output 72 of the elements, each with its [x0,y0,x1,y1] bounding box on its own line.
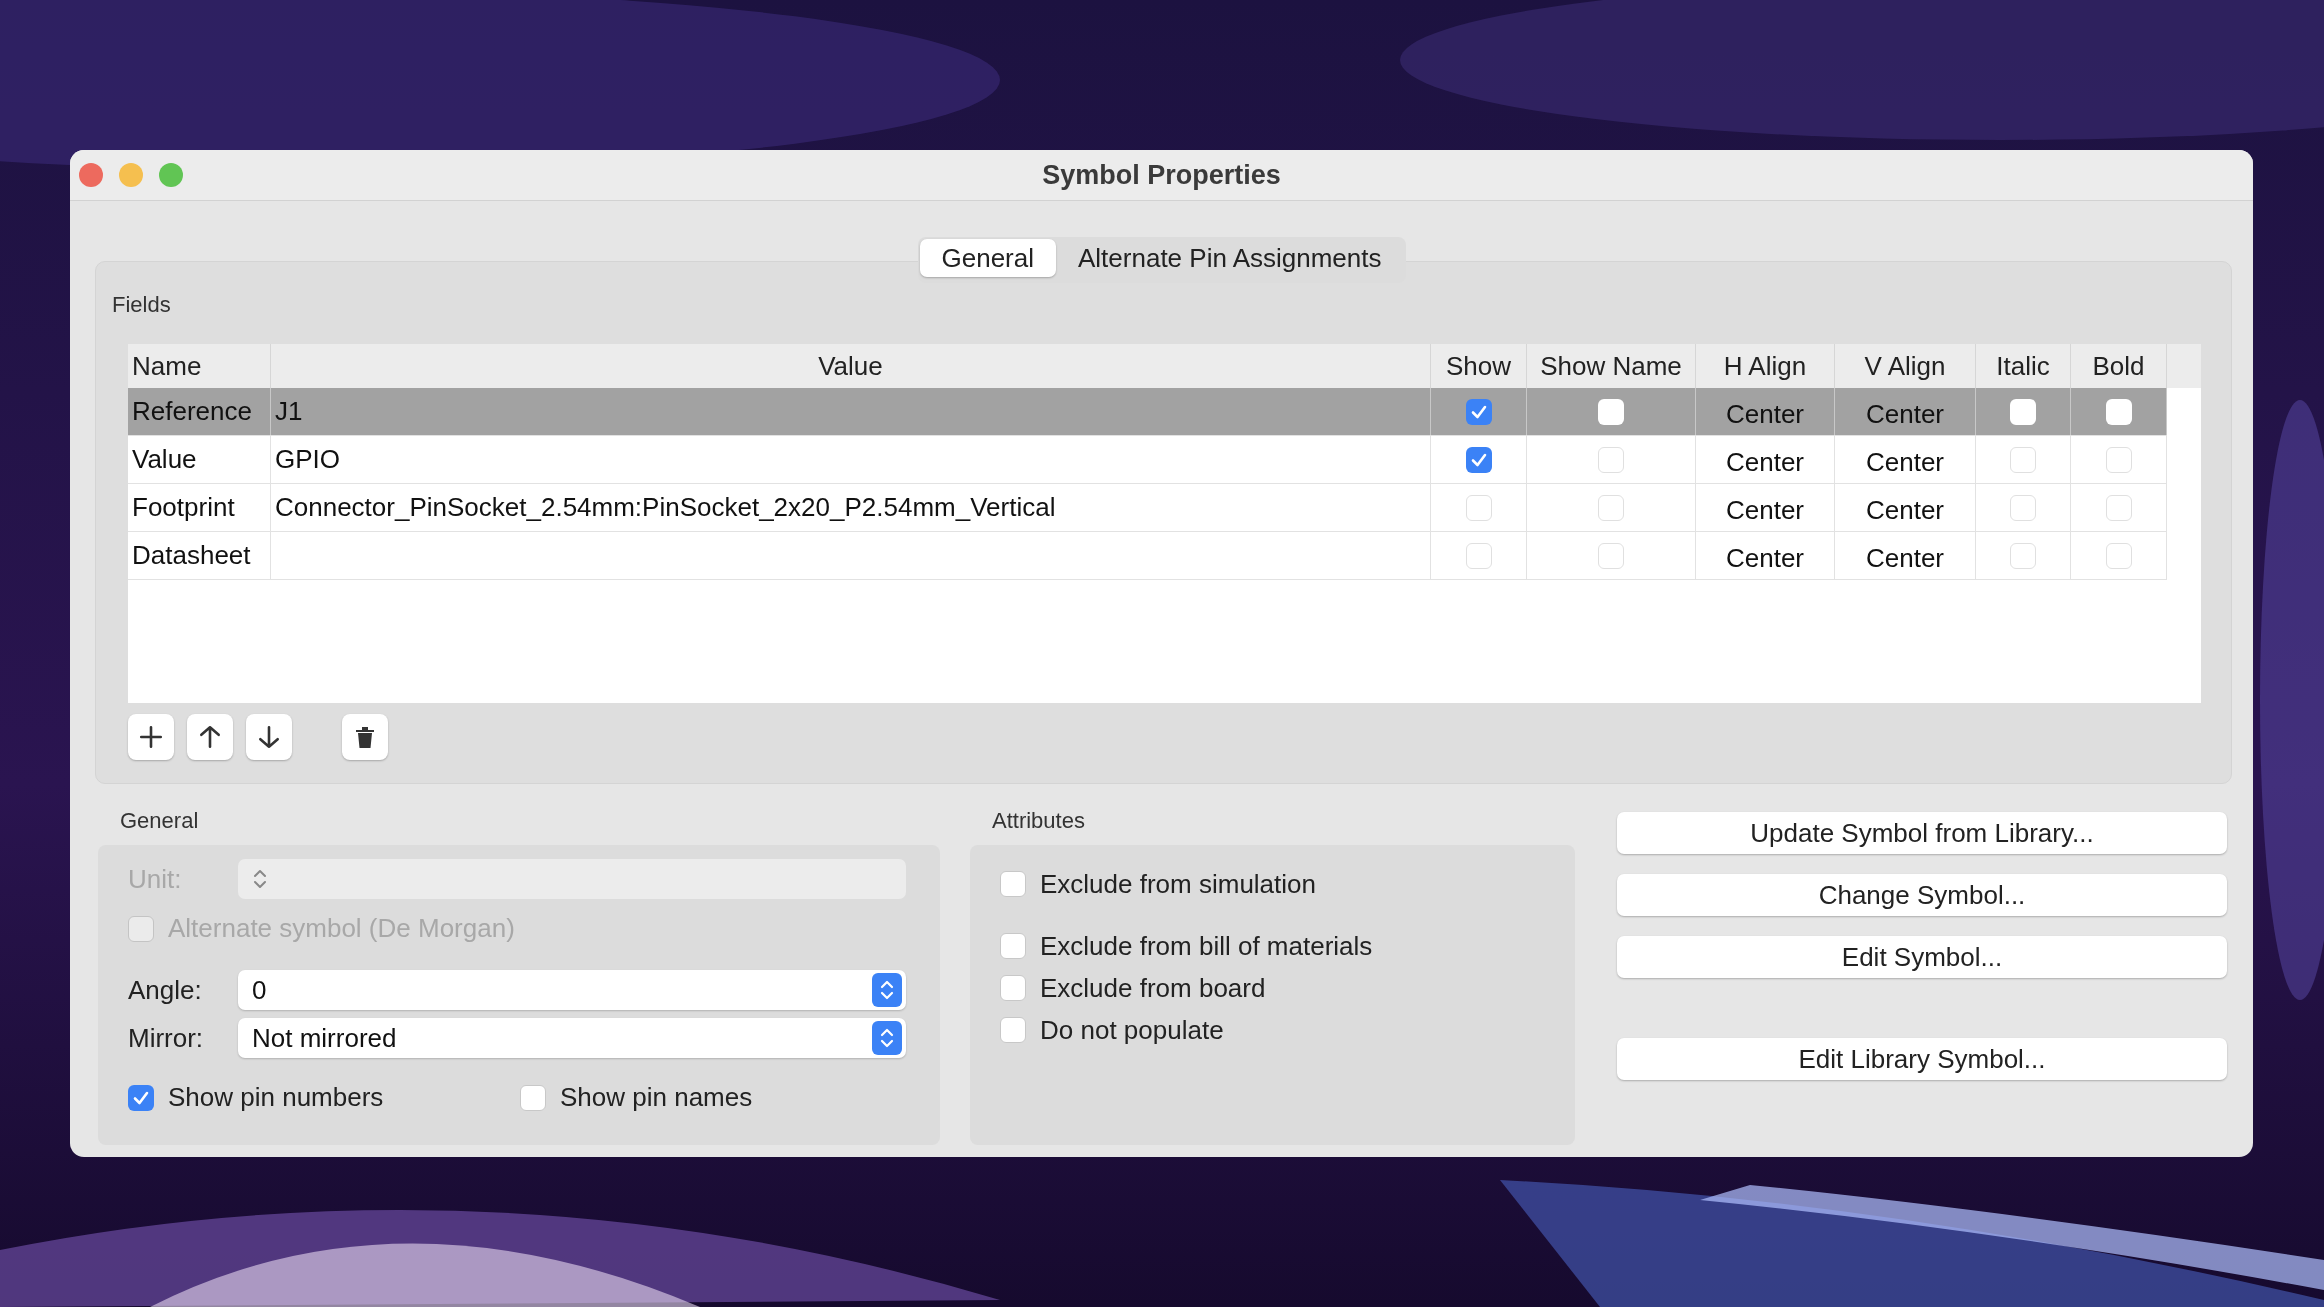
checkbox[interactable] [1598,446,1624,473]
window-title: Symbol Properties [1042,159,1281,191]
checkbox[interactable] [2105,398,2132,425]
checkbox[interactable] [1000,975,1026,1001]
table-cell[interactable]: Connector_PinSocket_2.54mm:PinSocket_2x20_P2.54mm_Vertical [275,492,1056,523]
table-cell[interactable]: Center [1865,537,1944,574]
table-cell[interactable]: Datasheet [132,540,251,571]
angle-spinbox[interactable]: 0 [238,970,906,1010]
table-cell[interactable]: Footprint [132,492,235,523]
action-button[interactable]: Edit Library Symbol... [1617,1038,2227,1080]
checkbox[interactable] [1598,494,1624,521]
field-label: Angle: [128,974,203,1006]
table-cell[interactable]: J1 [275,396,303,427]
table-cell[interactable]: Center [1865,393,1944,430]
checkbox-label: Show pin names [560,1082,753,1113]
zoom-button[interactable] [159,163,183,187]
checkbox-label: Exclude from board [1040,972,1266,1004]
checkbox[interactable] [1000,871,1026,897]
stepper-icon [872,1021,902,1055]
checkbox[interactable] [2105,494,2132,521]
table-cell[interactable]: Center [1725,393,1804,430]
delete-button[interactable] [342,714,388,760]
checkbox[interactable] [2010,398,2036,425]
checkbox[interactable] [1598,398,1624,425]
chevron-icon [252,867,268,891]
checkbox[interactable] [128,1084,154,1111]
checkbox[interactable] [2105,542,2132,569]
section-label: General [120,808,200,834]
down-arrow-icon [256,724,282,750]
checkbox[interactable] [1465,446,1492,473]
minimize-button[interactable] [119,163,143,187]
checkbox[interactable] [2010,494,2036,521]
checkbox-label: Exclude from bill of materials [1040,930,1373,962]
table-cell[interactable]: Center [1725,537,1804,574]
tab[interactable]: General [919,239,1056,277]
checkbox-label: Exclude from simulation [1040,868,1316,900]
trash-icon [353,724,377,750]
table-cell[interactable]: Reference [132,396,252,427]
checkbox-label: Do not populate [1040,1014,1224,1046]
checkbox[interactable] [2010,446,2036,473]
table-cell[interactable]: Value [132,444,197,475]
checkbox[interactable] [1465,398,1492,425]
checkbox[interactable] [1465,542,1492,569]
action-button[interactable]: Edit Symbol... [1617,936,2227,978]
checkbox[interactable] [1598,542,1624,569]
close-button[interactable] [79,163,103,187]
field-label: Mirror: [128,1022,205,1054]
table-cell[interactable]: Center [1725,441,1804,478]
checkbox[interactable] [1465,494,1492,521]
move-down-button[interactable] [246,714,292,760]
table-cell[interactable]: Center [1725,489,1804,526]
checkbox[interactable] [520,1084,546,1111]
plus-icon [138,724,164,750]
add-button[interactable] [128,714,174,760]
section-label: Attributes [992,808,1086,834]
checkbox[interactable] [2010,542,2036,569]
checkbox[interactable] [2105,446,2132,473]
table-cell[interactable]: Center [1865,489,1944,526]
move-up-button[interactable] [187,714,233,760]
action-button[interactable]: Update Symbol from Library... [1617,812,2227,854]
section-label: Fields [112,292,172,319]
table-cell[interactable]: Center [1865,441,1944,478]
mirror-dropdown[interactable]: Not mirrored [238,1018,906,1058]
action-button[interactable]: Change Symbol... [1617,874,2227,916]
checkbox-label: Show pin numbers [168,1082,384,1113]
checkbox[interactable] [1000,1017,1026,1043]
checkbox[interactable] [1000,933,1026,959]
unit-dropdown[interactable] [238,859,906,899]
up-arrow-icon [197,724,223,750]
tab[interactable]: Alternate Pin Assignments [1056,239,1404,277]
stepper-icon [872,973,902,1007]
table-cell[interactable]: GPIO [275,444,340,475]
